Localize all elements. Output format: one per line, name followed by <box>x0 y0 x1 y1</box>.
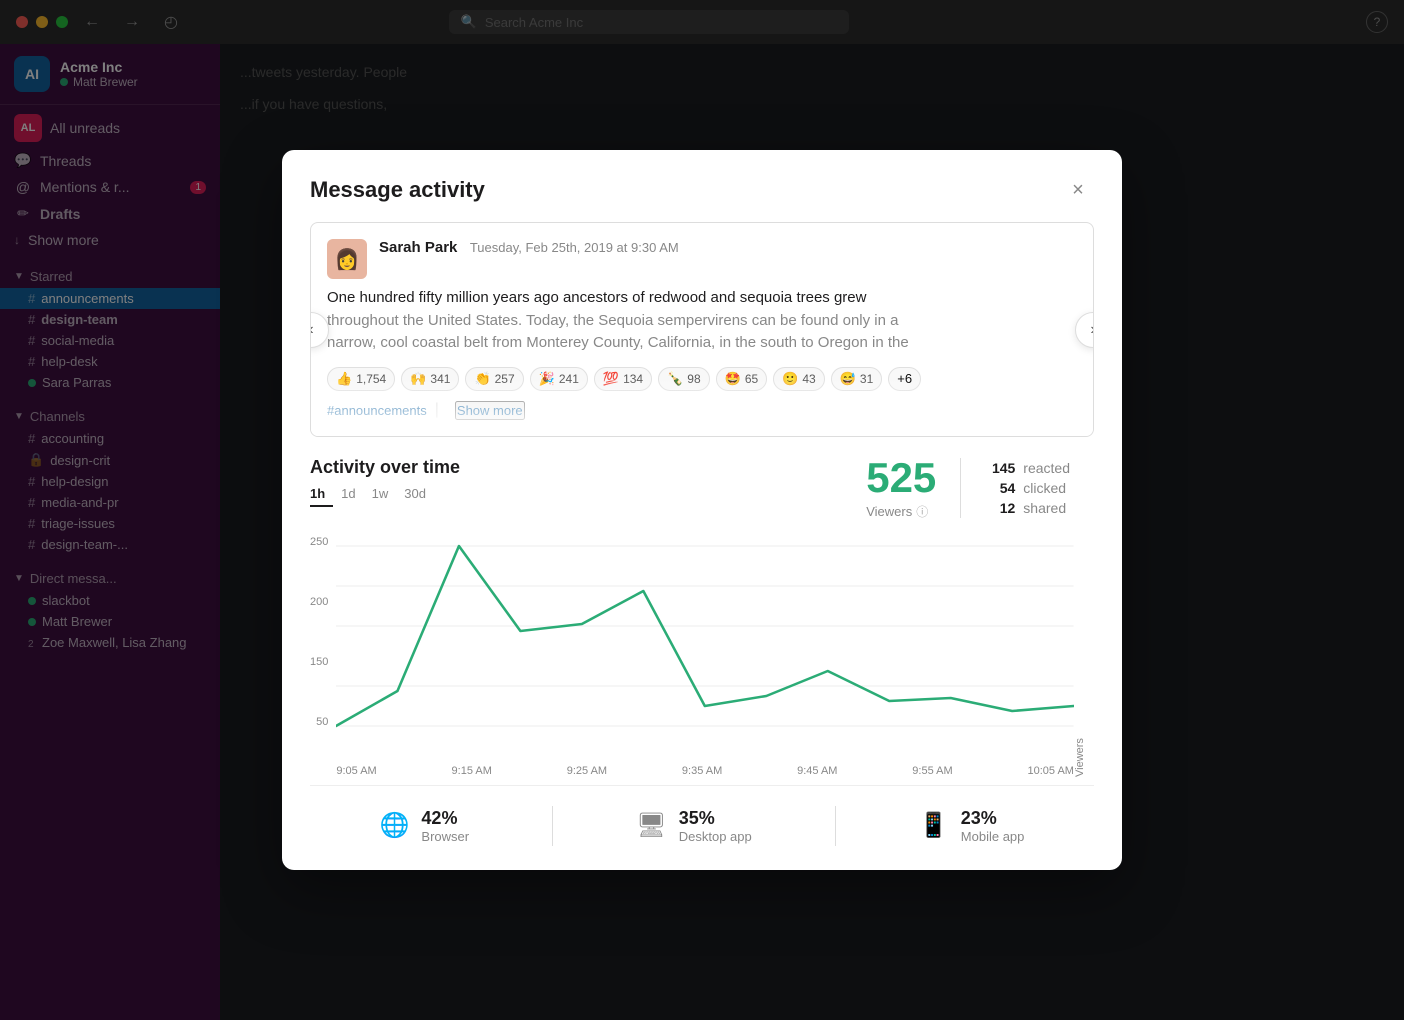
message-text: One hundred fifty million years ago ance… <box>327 287 1077 355</box>
reaction-starstruck[interactable]: 🤩65 <box>716 367 768 391</box>
x-label-905: 9:05 AM <box>336 765 376 777</box>
activity-header: Activity over time 1h 1d 1w 30d 525 View… <box>310 457 1094 520</box>
reaction-sweat[interactable]: 😅31 <box>831 367 883 391</box>
desktop-icon: 🖥 <box>636 811 666 840</box>
stat-shared: 12 shared <box>985 500 1070 516</box>
y-axis-title: Viewers <box>1074 536 1094 777</box>
message-card: ‹ › 👩 Sarah Park Tuesday, Feb 25th, 2019… <box>310 222 1094 437</box>
activity-section: Activity over time 1h 1d 1w 30d 525 View… <box>282 457 1122 870</box>
y-label-250: 250 <box>310 536 328 548</box>
message-header: 👩 Sarah Park Tuesday, Feb 25th, 2019 at … <box>327 239 1077 279</box>
x-axis-labels: 9:05 AM 9:15 AM 9:25 AM 9:35 AM 9:45 AM … <box>336 765 1074 777</box>
tab-30d[interactable]: 30d <box>396 484 434 507</box>
reactions-row: 👍1,754 🙌341 👏257 🎉241 💯134 🍾98 🤩65 🙂43 😅… <box>327 367 1077 391</box>
reaction-thumbsup[interactable]: 👍1,754 <box>327 367 395 391</box>
browser-icon: 🌐 <box>380 811 410 840</box>
reaction-champagne[interactable]: 🍾98 <box>658 367 710 391</box>
modal-header: Message activity × <box>282 150 1122 222</box>
x-label-935: 9:35 AM <box>682 765 722 777</box>
reaction-100[interactable]: 💯134 <box>594 367 652 391</box>
next-message-button[interactable]: › <box>1075 312 1094 348</box>
x-label-915: 9:15 AM <box>452 765 492 777</box>
tab-1w[interactable]: 1w <box>364 484 397 507</box>
stat-browser: 🌐 42% Browser <box>380 808 470 844</box>
channel-tag: #announcements <box>327 403 427 418</box>
stats-list: 145 reacted 54 clicked 12 shared <box>961 460 1094 516</box>
bottom-divider-1 <box>552 806 553 846</box>
x-label-925: 9:25 AM <box>567 765 607 777</box>
message-time: Tuesday, Feb 25th, 2019 at 9:30 AM <box>470 240 679 255</box>
desktop-label: Desktop app <box>679 829 752 844</box>
stats-area: 525 Viewers ⓘ 145 reacted 54 <box>842 457 1094 520</box>
author-avatar: 👩 <box>327 239 367 279</box>
activity-title: Activity over time <box>310 457 460 478</box>
y-axis-labels: 250 200 150 50 <box>310 536 336 756</box>
x-label-1005: 10:05 AM <box>1027 765 1073 777</box>
y-label-50: 50 <box>316 716 328 728</box>
stat-desktop: 🖥 35% Desktop app <box>636 808 751 844</box>
tab-1h[interactable]: 1h <box>310 484 333 507</box>
viewers-count-block: 525 Viewers ⓘ <box>842 457 960 520</box>
tab-1d[interactable]: 1d <box>333 484 363 507</box>
activity-chart <box>336 536 1074 756</box>
message-sender: Sarah Park <box>379 239 457 256</box>
chart-svg-wrap: 9:05 AM 9:15 AM 9:25 AM 9:35 AM 9:45 AM … <box>336 536 1074 777</box>
reaction-smile[interactable]: 🙂43 <box>773 367 825 391</box>
x-label-945: 9:45 AM <box>797 765 837 777</box>
reaction-clap[interactable]: 👏257 <box>465 367 523 391</box>
y-label-150: 150 <box>310 656 328 668</box>
stat-clicked: 54 clicked <box>985 480 1070 496</box>
mobile-icon: 📱 <box>919 811 949 840</box>
bottom-divider-2 <box>835 806 836 846</box>
desktop-pct: 35% <box>679 808 752 829</box>
stat-mobile: 📱 23% Mobile app <box>919 808 1025 844</box>
mobile-label: Mobile app <box>961 829 1025 844</box>
bottom-stats: 🌐 42% Browser 🖥 35% Desktop app <box>310 785 1094 846</box>
modal-close-button[interactable]: × <box>1062 174 1094 206</box>
modal-overlay[interactable]: Message activity × ‹ › 👩 Sarah Park Tues… <box>0 0 1404 1020</box>
time-tabs: 1h 1d 1w 30d <box>310 484 460 507</box>
reaction-more-emoji[interactable]: +6 <box>888 367 921 391</box>
y-label-200: 200 <box>310 596 328 608</box>
mobile-pct: 23% <box>961 808 1025 829</box>
reaction-hands[interactable]: 🙌341 <box>401 367 459 391</box>
viewers-label: Viewers ⓘ <box>866 503 936 520</box>
browser-pct: 42% <box>421 808 469 829</box>
modal: Message activity × ‹ › 👩 Sarah Park Tues… <box>282 150 1122 870</box>
stat-reacted: 145 reacted <box>985 460 1070 476</box>
x-label-955: 9:55 AM <box>912 765 952 777</box>
show-more-button[interactable]: Show more <box>455 401 525 420</box>
modal-title: Message activity <box>310 177 485 203</box>
chart-container: 250 200 150 50 <box>310 536 1094 777</box>
viewers-number: 525 <box>866 457 936 499</box>
reaction-party[interactable]: 🎉241 <box>530 367 588 391</box>
browser-label: Browser <box>421 829 469 844</box>
